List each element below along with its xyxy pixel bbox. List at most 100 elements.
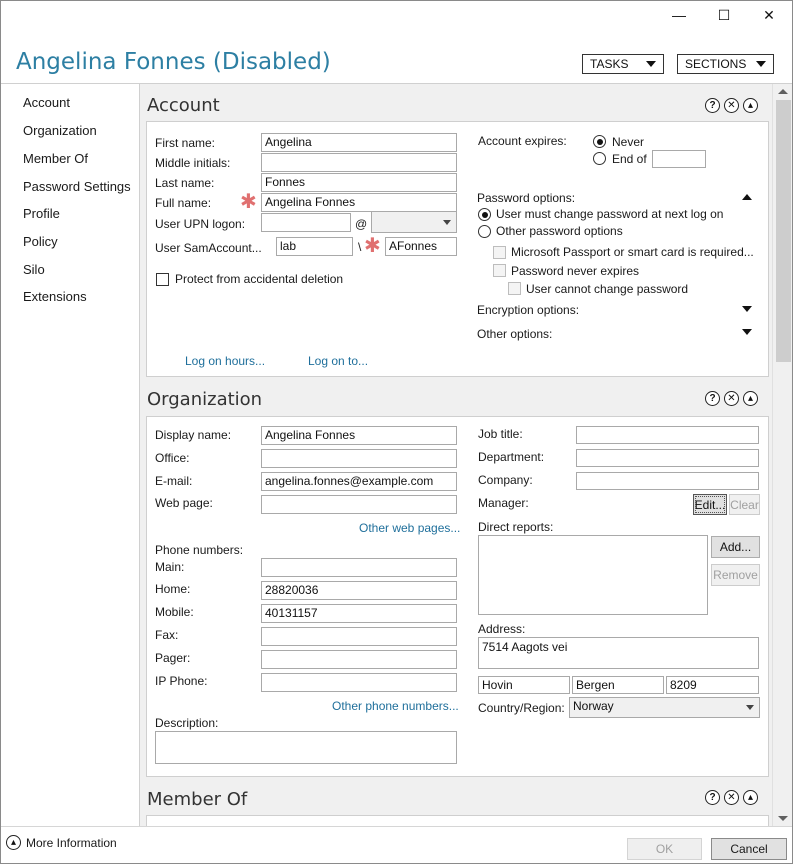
samaccount-label: User SamAccount... <box>155 241 262 255</box>
end-of-date-field[interactable] <box>652 150 706 168</box>
sidebar-item-silo[interactable]: Silo <box>23 262 45 277</box>
upn-domain-select[interactable] <box>371 211 457 233</box>
collapse-password-options-icon[interactable] <box>742 194 752 200</box>
passport-label: Microsoft Passport or smart card is requ… <box>511 245 754 259</box>
expand-encryption-icon[interactable] <box>742 306 752 312</box>
cancel-button[interactable]: Cancel <box>711 838 787 860</box>
description-field[interactable] <box>155 731 457 764</box>
sidebar-item-profile[interactable]: Profile <box>23 206 60 221</box>
job-title-field[interactable] <box>576 426 759 444</box>
sidebar-item-account[interactable]: Account <box>23 95 70 110</box>
sidebar-item-organization[interactable]: Organization <box>23 123 97 138</box>
full-name-field[interactable]: Angelina Fonnes <box>261 193 457 212</box>
last-name-field[interactable]: Fonnes <box>261 173 457 192</box>
page-title: Angelina Fonnes (Disabled) <box>16 49 331 75</box>
must-change-label: User must change password at next log on <box>496 207 724 221</box>
collapse-icon[interactable]: ▴ <box>743 98 758 113</box>
office-field[interactable] <box>261 449 457 468</box>
cannot-change-label: User cannot change password <box>526 282 689 296</box>
help-icon[interactable]: ? <box>705 391 720 406</box>
scroll-up-arrow-icon[interactable] <box>778 89 788 94</box>
sidebar-item-member-of[interactable]: Member Of <box>23 151 88 166</box>
display-name-field[interactable]: Angelina Fonnes <box>261 426 457 445</box>
other-password-radio[interactable] <box>478 225 491 238</box>
expand-up-icon: ▴ <box>6 835 21 850</box>
zip-field[interactable]: 8209 <box>666 676 759 694</box>
home-phone-label: Home: <box>155 582 191 596</box>
remove-direct-report-button[interactable]: Remove <box>711 564 760 586</box>
direct-reports-list[interactable] <box>478 535 708 615</box>
company-label: Company: <box>478 473 533 487</box>
last-name-label: Last name: <box>155 176 215 190</box>
middle-initials-field[interactable] <box>261 153 457 172</box>
more-information-toggle[interactable]: ▴ More Information <box>6 835 117 850</box>
section-title-member-of: Member Of <box>147 789 248 810</box>
main-phone-field[interactable] <box>261 558 457 577</box>
logon-to-link[interactable]: Log on to... <box>308 354 368 368</box>
collapse-icon[interactable]: ▴ <box>743 391 758 406</box>
password-options-label: Password options: <box>477 191 576 205</box>
expand-other-options-icon[interactable] <box>742 329 752 335</box>
minimize-button[interactable]: — <box>656 0 702 30</box>
ok-button[interactable]: OK <box>627 838 702 860</box>
pager-field[interactable] <box>261 650 457 669</box>
must-change-radio[interactable] <box>478 208 491 221</box>
help-icon[interactable]: ? <box>705 98 720 113</box>
web-page-label: Web page: <box>155 496 213 510</box>
other-phone-numbers-link[interactable]: Other phone numbers... <box>332 699 459 713</box>
collapse-icon[interactable]: ▴ <box>743 790 758 805</box>
scroll-down-arrow-icon[interactable] <box>778 816 788 821</box>
first-name-label: First name: <box>155 136 216 150</box>
logon-hours-link[interactable]: Log on hours... <box>185 354 265 368</box>
manager-clear-button[interactable]: Clear <box>729 494 760 515</box>
close-window-button[interactable]: ✕ <box>746 0 792 30</box>
more-information-label: More Information <box>26 835 117 850</box>
ip-phone-field[interactable] <box>261 673 457 692</box>
sidebar-item-password-settings[interactable]: Password Settings <box>23 179 131 194</box>
mobile-phone-field[interactable]: 40131157 <box>261 604 457 623</box>
close-section-icon[interactable]: ✕ <box>724 790 739 805</box>
section-title-organization: Organization <box>147 389 263 410</box>
passport-checkbox[interactable] <box>493 246 506 259</box>
tasks-button[interactable]: TASKS <box>582 54 664 74</box>
maximize-button[interactable]: ☐ <box>701 0 747 30</box>
member-of-panel <box>146 815 769 826</box>
department-field[interactable] <box>576 449 759 467</box>
sam-domain-field[interactable]: lab <box>276 237 353 256</box>
close-section-icon[interactable]: ✕ <box>724 98 739 113</box>
close-icon: ✕ <box>763 6 775 23</box>
upn-logon-field[interactable] <box>261 213 351 232</box>
cannot-change-checkbox[interactable] <box>508 282 521 295</box>
manager-edit-button[interactable]: Edit... <box>693 494 727 515</box>
web-page-field[interactable] <box>261 495 457 514</box>
help-icon[interactable]: ? <box>705 790 720 805</box>
other-web-pages-link[interactable]: Other web pages... <box>359 521 460 535</box>
main-phone-label: Main: <box>155 560 185 574</box>
scroll-thumb[interactable] <box>776 100 791 362</box>
sidebar-item-extensions[interactable]: Extensions <box>23 289 87 304</box>
close-section-icon[interactable]: ✕ <box>724 391 739 406</box>
expires-never-radio[interactable] <box>593 135 606 148</box>
expires-never-label: Never <box>612 135 645 149</box>
chevron-down-icon <box>646 61 656 67</box>
maximize-icon: ☐ <box>717 6 731 23</box>
email-field[interactable]: angelina.fonnes@example.com <box>261 472 457 491</box>
never-expires-checkbox[interactable] <box>493 264 506 277</box>
country-select[interactable]: Norway <box>569 697 760 718</box>
sidebar: Account Organization Member Of Password … <box>0 84 140 826</box>
protect-deletion-checkbox[interactable] <box>156 273 169 286</box>
expires-end-of-radio[interactable] <box>593 152 606 165</box>
state-field[interactable]: Bergen <box>572 676 664 694</box>
city-field[interactable]: Hovin <box>478 676 570 694</box>
first-name-field[interactable]: Angelina <box>261 133 457 152</box>
at-sign: @ <box>355 217 368 231</box>
street-field[interactable]: 7514 Aagots vei <box>478 637 759 669</box>
company-field[interactable] <box>576 472 759 490</box>
sam-name-field[interactable]: AFonnes <box>385 237 457 256</box>
sections-button[interactable]: SECTIONS <box>677 54 774 74</box>
add-direct-report-button[interactable]: Add... <box>711 536 760 558</box>
department-label: Department: <box>478 450 545 464</box>
home-phone-field[interactable]: 28820036 <box>261 581 457 600</box>
sidebar-item-policy[interactable]: Policy <box>23 234 58 249</box>
fax-field[interactable] <box>261 627 457 646</box>
